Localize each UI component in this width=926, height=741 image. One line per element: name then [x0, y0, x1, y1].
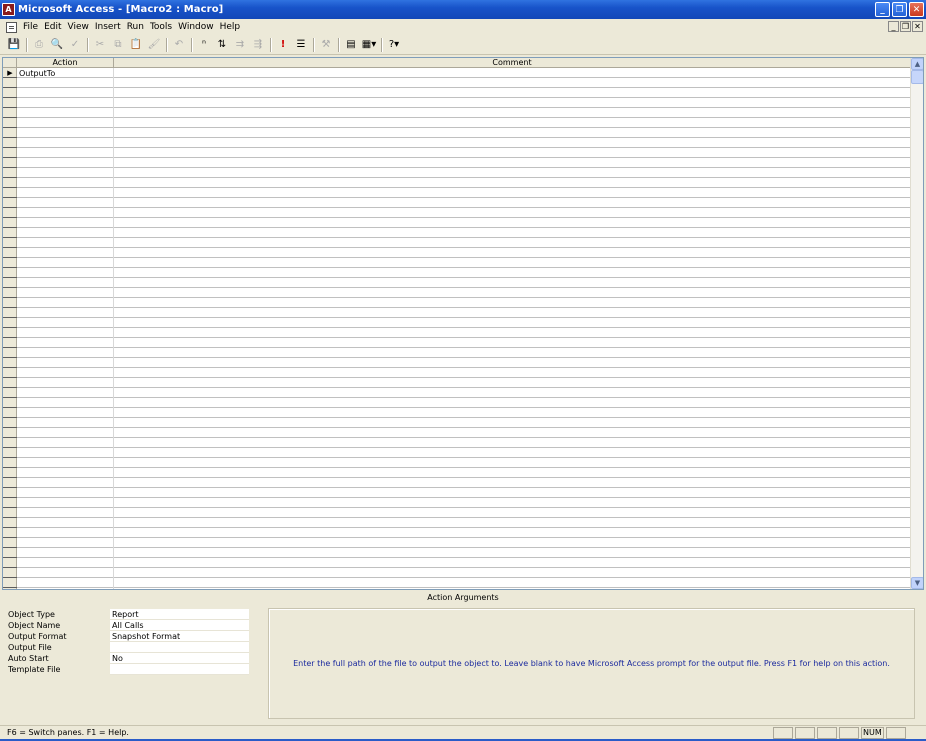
toolbar-separator [270, 37, 271, 52]
argument-help-box: Enter the full path of the file to outpu… [268, 608, 915, 719]
status-panel [795, 726, 815, 739]
access-app-icon[interactable]: A [2, 3, 15, 16]
status-panel [886, 726, 906, 739]
undo-icon[interactable]: ↶ [171, 37, 187, 53]
copy-icon[interactable]: ⧉ [110, 37, 126, 53]
scroll-up-button[interactable]: ▲ [911, 58, 923, 70]
argument-help-text: Enter the full path of the file to outpu… [293, 659, 890, 668]
new-object-icon[interactable]: ▦▾ [361, 37, 377, 53]
argument-row: Auto Start No [5, 653, 255, 664]
toolbar-separator [191, 37, 192, 52]
toolbar-separator [166, 37, 167, 52]
macro-document-icon[interactable] [6, 21, 17, 33]
doc-close-button[interactable]: ✕ [912, 21, 923, 32]
vertical-scrollbar[interactable]: ▲ ▼ [910, 58, 923, 589]
spelling-icon[interactable]: ✓ [67, 37, 83, 53]
single-step-icon[interactable]: ☰ [293, 37, 309, 53]
macro-grid[interactable]: Action Comment ▶ OutputTo ▲ ▼ [2, 57, 924, 590]
cut-icon[interactable]: ✂ [92, 37, 108, 53]
restore-button[interactable]: ❐ [892, 2, 907, 17]
output-format-field[interactable]: Snapshot Format [110, 631, 249, 642]
macro-names-icon[interactable]: ⁿ [196, 37, 212, 53]
paste-icon[interactable]: 📋 [128, 37, 144, 53]
menu-edit[interactable]: Edit [41, 22, 64, 32]
menu-insert[interactable]: Insert [92, 22, 124, 32]
argument-label: Object Type [8, 610, 55, 619]
table-row[interactable]: ▶ OutputTo [3, 68, 910, 78]
auto-start-field[interactable]: No [110, 653, 249, 664]
close-button[interactable]: ✕ [909, 2, 924, 17]
macro-design-toolbar: 💾 ⎙ 🔍 ✓ ✂ ⧉ 📋 🖌 ↶ ⁿ ⇅ ⇉ ⇶ ! ☰ ⚒ ▤ ▦▾ ?▾ [0, 35, 926, 55]
status-panel [839, 726, 859, 739]
column-header-comment[interactable]: Comment [114, 58, 910, 67]
window-title: Microsoft Access - [Macro2 : Macro] [18, 4, 224, 15]
save-icon[interactable]: 💾 [6, 37, 22, 53]
menu-file[interactable]: File [20, 22, 41, 32]
argument-label: Object Name [8, 621, 61, 630]
column-header-action[interactable]: Action [17, 58, 114, 67]
scroll-thumb[interactable] [911, 70, 923, 84]
grid-header: Action Comment [3, 58, 910, 68]
delete-rows-icon[interactable]: ⇶ [250, 37, 266, 53]
doc-restore-button[interactable]: ❐ [900, 21, 911, 32]
status-bar: F6 = Switch panes. F1 = Help. NUM [0, 725, 926, 739]
object-name-field[interactable]: All Calls [110, 620, 249, 631]
action-arguments-title: Action Arguments [427, 593, 499, 602]
status-text: F6 = Switch panes. F1 = Help. [7, 728, 129, 737]
status-panel [773, 726, 793, 739]
argument-row: Output File [5, 642, 255, 653]
argument-row: Output Format Snapshot Format [5, 631, 255, 642]
menu-window[interactable]: Window [175, 22, 217, 32]
grid-rows[interactable]: ▶ OutputTo [3, 68, 910, 589]
toolbar-separator [87, 37, 88, 52]
argument-row: Object Type Report [5, 609, 255, 620]
toolbar-separator [313, 37, 314, 52]
argument-label: Output File [8, 643, 52, 652]
template-file-field[interactable] [110, 664, 249, 675]
object-type-field[interactable]: Report [110, 609, 249, 620]
title-bar: A Microsoft Access - [Macro2 : Macro] _ … [0, 0, 926, 19]
insert-rows-icon[interactable]: ⇉ [232, 37, 248, 53]
menu-run[interactable]: Run [124, 22, 147, 32]
menu-tools[interactable]: Tools [147, 22, 175, 32]
select-all-cell[interactable] [3, 58, 17, 67]
document-window-controls: _ ❐ ✕ [888, 21, 923, 32]
build-icon[interactable]: ⚒ [318, 37, 334, 53]
help-icon[interactable]: ?▾ [386, 37, 402, 53]
argument-row: Object Name All Calls [5, 620, 255, 631]
toolbar-separator [26, 37, 27, 52]
status-indicators: NUM [773, 726, 906, 739]
toolbar-separator [338, 37, 339, 52]
conditions-icon[interactable]: ⇅ [214, 37, 230, 53]
doc-minimize-button[interactable]: _ [888, 21, 899, 32]
output-file-field[interactable] [110, 642, 249, 653]
print-preview-icon[interactable]: 🔍 [49, 37, 65, 53]
argument-label: Auto Start [8, 654, 49, 663]
menu-view[interactable]: View [65, 22, 92, 32]
window-controls: _ ❐ ✕ [875, 2, 924, 17]
print-icon[interactable]: ⎙ [31, 37, 47, 53]
format-painter-icon[interactable]: 🖌 [146, 37, 162, 53]
current-row-arrow-icon: ▶ [7, 69, 13, 77]
minimize-button[interactable]: _ [875, 2, 890, 17]
scroll-down-button[interactable]: ▼ [911, 577, 923, 589]
action-arguments-pane: Object Type Report Object Name All Calls… [5, 609, 255, 681]
properties-icon[interactable]: ▤ [343, 37, 359, 53]
toolbar-separator [381, 37, 382, 52]
argument-row: Template File [5, 664, 255, 675]
status-panel [817, 726, 837, 739]
run-icon[interactable]: ! [275, 37, 291, 53]
action-cell[interactable]: OutputTo [17, 69, 113, 78]
row-selectors[interactable] [3, 68, 17, 589]
menu-bar: File Edit View Insert Run Tools Window H… [0, 19, 926, 35]
argument-label: Template File [8, 665, 61, 674]
menu-help[interactable]: Help [217, 22, 244, 32]
argument-label: Output Format [8, 632, 67, 641]
num-lock-indicator: NUM [861, 726, 884, 739]
